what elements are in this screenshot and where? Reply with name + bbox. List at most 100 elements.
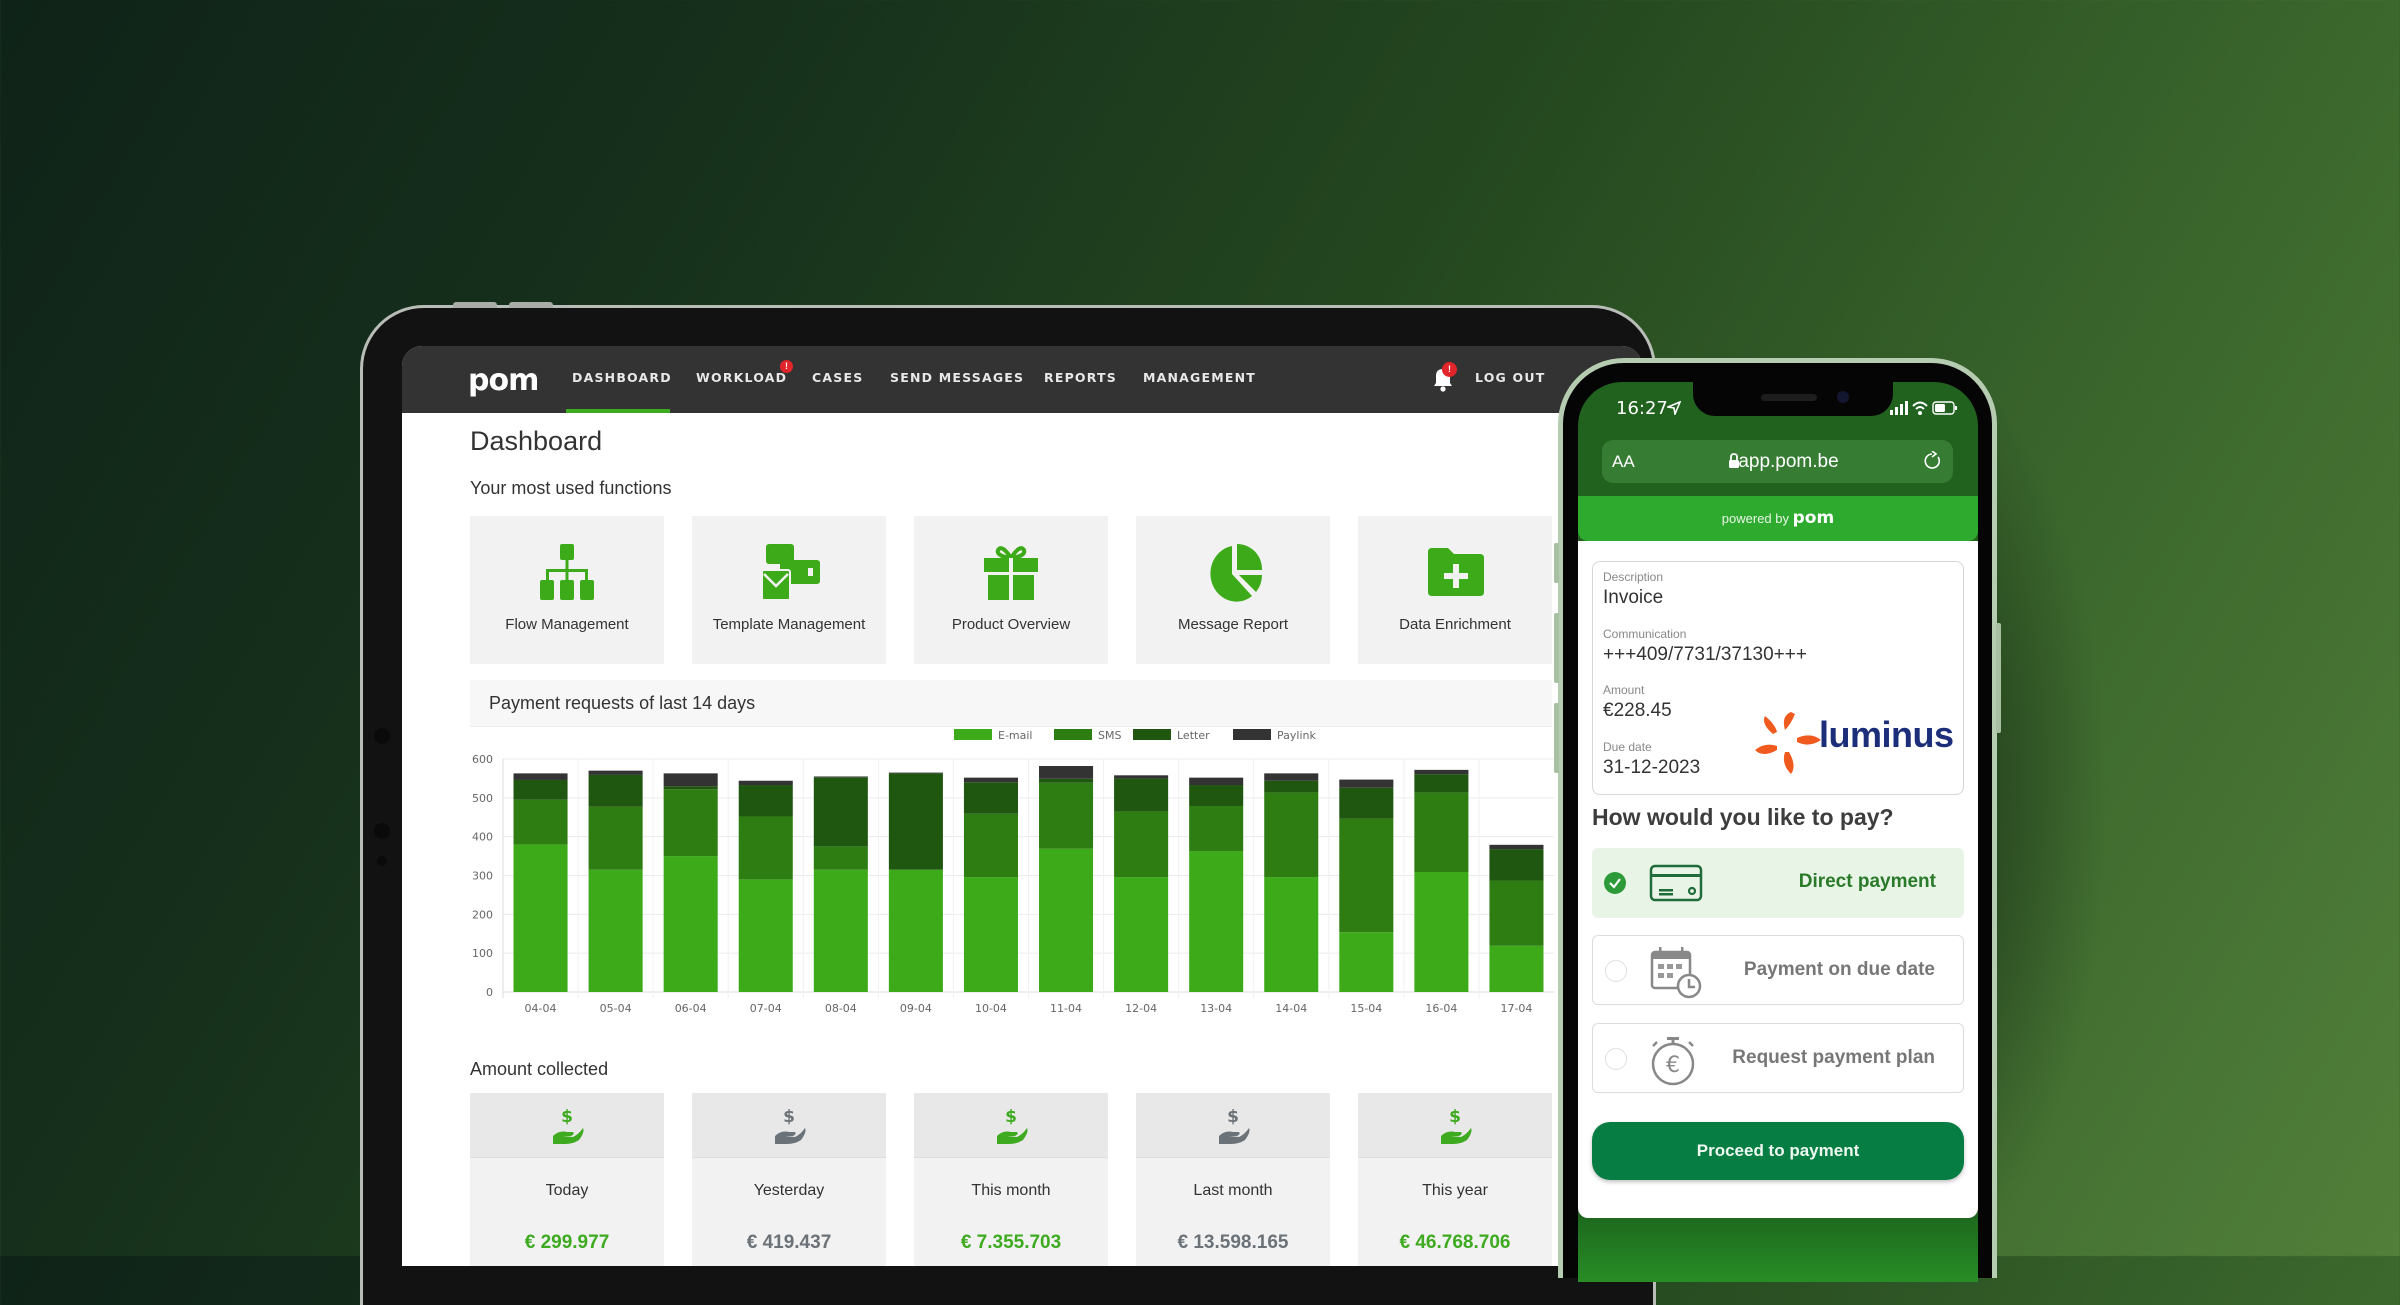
url-text[interactable]: app.pom.be	[1602, 451, 1953, 473]
url-bar[interactable]: AA app.pom.be	[1602, 440, 1953, 483]
tablet-camera	[374, 728, 390, 744]
tile-template-management[interactable]: Template Management	[692, 516, 886, 664]
radio-unselected[interactable]	[1605, 1048, 1627, 1070]
bar-segment-letter	[1489, 849, 1544, 881]
option-label: Request payment plan	[1732, 1047, 1935, 1068]
tablet-volume-button	[453, 302, 497, 308]
nav-send-messages[interactable]: SEND MESSAGES	[890, 370, 1024, 385]
bar-segment-e-mail	[888, 869, 943, 992]
svg-text:€: €	[1666, 1053, 1680, 1078]
bar-segment-sms	[813, 846, 868, 870]
amount-card-header: $	[470, 1093, 664, 1158]
legend-swatch	[1233, 729, 1271, 740]
x-tick-label: 14-04	[1275, 1002, 1307, 1015]
radio-unselected[interactable]	[1605, 960, 1627, 982]
hand-money-icon: $	[1441, 1107, 1472, 1144]
x-tick-label: 04-04	[525, 1002, 557, 1015]
amount-value: €228.45	[1603, 700, 1672, 721]
bar-segment-e-mail	[1039, 848, 1094, 992]
bar-segment-paylink	[1339, 779, 1394, 788]
x-tick-label: 06-04	[675, 1002, 707, 1015]
bar-segment-e-mail	[1339, 932, 1394, 992]
phone-volume-up	[1554, 613, 1559, 683]
invoice-card: Description Invoice Communication +++409…	[1592, 561, 1964, 795]
bar-segment-e-mail	[1114, 877, 1169, 992]
nav-cases[interactable]: CASES	[812, 370, 863, 385]
front-camera	[1837, 391, 1849, 403]
reload-icon[interactable]	[1923, 451, 1943, 471]
bar-segment-letter	[1264, 780, 1319, 793]
nav-management[interactable]: MANAGEMENT	[1143, 370, 1256, 385]
bar-segment-sms	[663, 789, 718, 857]
amount-value: € 13.598.165	[1177, 1232, 1289, 1253]
bar-segment-sms	[1039, 782, 1094, 849]
bar-segment-paylink	[888, 772, 943, 774]
luminus-flower-icon	[1755, 712, 1821, 774]
proceed-to-payment-button[interactable]: Proceed to payment	[1592, 1122, 1964, 1180]
bar-segment-letter	[663, 786, 718, 790]
merchant-logo: luminus	[1819, 714, 1954, 755]
amount-card-header: $	[692, 1093, 886, 1158]
hand-money-icon: $	[1219, 1107, 1250, 1144]
euro-stopwatch-icon: €	[1651, 1037, 1695, 1086]
x-tick-label: 05-04	[600, 1002, 632, 1015]
bar-segment-letter	[738, 785, 793, 817]
due-date-label: Due date	[1603, 740, 1652, 754]
speaker	[1761, 394, 1817, 401]
nav-dashboard[interactable]: DASHBOARD	[572, 370, 672, 385]
signal-icon	[1890, 401, 1908, 415]
option-direct-payment[interactable]: Direct payment	[1592, 848, 1964, 918]
x-tick-label: 16-04	[1425, 1002, 1457, 1015]
bar-segment-sms	[513, 799, 568, 845]
bar-segment-sms	[963, 813, 1018, 878]
nav-reports[interactable]: REPORTS	[1044, 370, 1117, 385]
bar-segment-letter	[1114, 778, 1169, 812]
bar-segment-sms	[1414, 792, 1469, 873]
tile-label: Message Report	[1177, 616, 1289, 633]
tile-product-overview[interactable]: Product Overview	[914, 516, 1108, 664]
bar-segment-letter	[513, 779, 568, 800]
amount-card-header: $	[1358, 1093, 1552, 1158]
bar-segment-paylink	[1264, 773, 1319, 781]
hand-money-icon: $	[553, 1107, 584, 1144]
y-tick-label: 100	[472, 947, 493, 960]
credit-card-icon	[1649, 864, 1703, 902]
x-tick-label: 08-04	[825, 1002, 857, 1015]
tile-data-enrichment[interactable]: Data Enrichment	[1358, 516, 1552, 664]
selected-check-icon[interactable]	[1604, 872, 1626, 894]
legend-swatch	[1054, 729, 1092, 740]
x-tick-label: 13-04	[1200, 1002, 1232, 1015]
bar-segment-sms	[1489, 880, 1544, 946]
amount-value: € 419.437	[746, 1232, 832, 1253]
payment-question: How would you like to pay?	[1592, 804, 1894, 830]
legend-swatch	[1133, 729, 1171, 740]
bar-segment-sms	[1114, 811, 1169, 878]
tile-flow-management[interactable]: Flow Management	[470, 516, 664, 664]
tile-message-report[interactable]: Message Report	[1136, 516, 1330, 664]
amount-card: $ Last month € 13.598.165	[1136, 1093, 1330, 1266]
bar-segment-paylink	[1039, 765, 1094, 779]
bar-segment-letter	[588, 774, 643, 807]
payment-requests-chart: 0 100 200 300 400 500 600 04-04 05-04 06-04 07-04 0…	[472, 729, 1554, 1015]
option-request-payment-plan[interactable]: € Request payment plan	[1592, 1023, 1964, 1093]
svg-text:$: $	[1449, 1107, 1461, 1127]
communication-label: Communication	[1603, 627, 1687, 641]
bar-segment-sms	[738, 816, 793, 880]
bar-segment-letter	[888, 773, 943, 870]
amount-card-header: $	[1136, 1093, 1330, 1158]
status-icons	[1890, 401, 1957, 415]
calendar-clock-icon	[1650, 947, 1702, 999]
tile-label: Data Enrichment	[1399, 616, 1511, 633]
phone-screen: 16:27 AA app.pom.be powered by pom Descr…	[1578, 382, 1978, 1282]
x-tick-label: 09-04	[900, 1002, 932, 1015]
logout-link[interactable]: LOG OUT	[1475, 370, 1545, 385]
chart-title: Payment requests of last 14 days	[489, 693, 756, 713]
bar-segment-letter	[813, 777, 868, 847]
nav-workload[interactable]: WORKLOAD	[696, 370, 787, 385]
bar-segment-sms	[1189, 805, 1244, 852]
x-tick-label: 15-04	[1350, 1002, 1382, 1015]
pom-logo[interactable]: pom	[468, 363, 539, 398]
x-tick-label: 10-04	[975, 1002, 1007, 1015]
tablet-camera	[374, 823, 390, 839]
option-payment-on-due-date[interactable]: Payment on due date	[1592, 935, 1964, 1005]
